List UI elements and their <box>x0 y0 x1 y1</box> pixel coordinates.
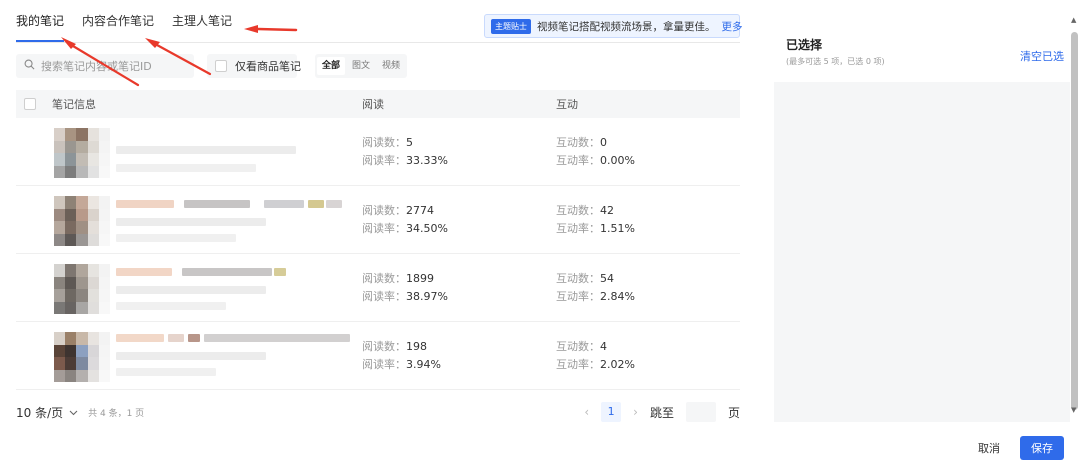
read-rate: 33.33% <box>406 153 448 167</box>
table-row[interactable]: 阅读数：5 阅读率：33.33% 互动数：0 互动率：0.00% <box>16 118 740 186</box>
selected-title: 已选择 <box>786 38 823 52</box>
table-row[interactable]: 阅读数：1899 阅读率：38.97% 互动数：54 互动率：2.84% <box>16 254 740 322</box>
note-thumbnail <box>54 264 110 314</box>
read-count: 198 <box>406 339 427 353</box>
note-selector-panel: 我的笔记 内容合作笔记 主理人笔记 主题贴士 视频笔记搭配视频流场景，拿量更佳。… <box>0 0 760 467</box>
read-rate: 3.94% <box>406 357 441 371</box>
read-rate: 38.97% <box>406 289 448 303</box>
next-page-icon[interactable]: › <box>633 405 638 419</box>
prev-page-icon[interactable]: ‹ <box>584 405 589 419</box>
note-info <box>16 186 362 253</box>
scrollbar[interactable]: ▲ ▼ <box>1070 16 1080 416</box>
cancel-button[interactable]: 取消 <box>968 437 1010 459</box>
read-metrics: 阅读数：1899 阅读率：38.97% <box>362 271 448 303</box>
table-row[interactable]: 阅读数：198 阅读率：3.94% 互动数：4 互动率：2.02% <box>16 322 740 390</box>
interact-metrics: 互动数：54 互动率：2.84% <box>556 271 635 303</box>
tip-badge: 主题贴士 <box>491 18 531 34</box>
header-interact: 互动 <box>556 98 578 111</box>
total-count: 共 4 条，1 页 <box>88 408 145 419</box>
header-note-info: 笔记信息 <box>52 98 96 111</box>
filter-bar: 仅看商品笔记 全部 图文 视频 <box>16 54 408 78</box>
scroll-up-icon[interactable]: ▲ <box>1071 16 1076 24</box>
search-box[interactable] <box>16 54 194 78</box>
read-metrics: 阅读数：198 阅读率：3.94% <box>362 339 441 371</box>
read-count: 5 <box>406 135 413 149</box>
scrollbar-thumb[interactable] <box>1071 32 1078 410</box>
header-read: 阅读 <box>362 98 384 111</box>
scroll-down-icon[interactable]: ▼ <box>1071 406 1076 414</box>
chevron-down-icon <box>69 405 78 419</box>
page-number[interactable]: 1 <box>601 402 622 422</box>
jump-label: 跳至 <box>649 405 674 420</box>
pagination: 10 条/页 共 4 条，1 页 ‹ 1 › 跳至 页 <box>16 402 740 422</box>
interact-metrics: 互动数：4 互动率：2.02% <box>556 339 635 371</box>
note-info <box>16 118 362 185</box>
interact-rate: 2.84% <box>600 289 635 303</box>
read-metrics: 阅读数：2774 阅读率：34.50% <box>362 203 448 235</box>
note-thumbnail <box>54 196 110 246</box>
table-row[interactable]: 阅读数：2774 阅读率：34.50% 互动数：42 互动率：1.51% <box>16 186 740 254</box>
interact-count: 0 <box>600 135 607 149</box>
table-header: 笔记信息 阅读 互动 <box>16 90 740 118</box>
goods-only-label: 仅看商品笔记 <box>235 60 301 73</box>
page-size-select[interactable]: 10 条/页 <box>16 404 78 421</box>
goods-only-filter[interactable]: 仅看商品笔记 <box>207 54 301 78</box>
interact-count: 54 <box>600 271 614 285</box>
read-count: 2774 <box>406 203 434 217</box>
selected-list <box>774 82 1070 422</box>
interact-rate: 1.51% <box>600 221 635 235</box>
selected-subtitle: (最多可选 5 项，已选 0 项) <box>786 57 885 66</box>
read-metrics: 阅读数：5 阅读率：33.33% <box>362 135 448 167</box>
save-button[interactable]: 保存 <box>1020 436 1064 460</box>
select-all-checkbox[interactable] <box>24 98 36 110</box>
search-input[interactable] <box>41 59 191 73</box>
interact-rate: 2.02% <box>600 357 635 371</box>
tab-host-notes[interactable]: 主理人笔记 <box>172 0 232 42</box>
read-rate: 34.50% <box>406 221 448 235</box>
clear-selected-button[interactable]: 清空已选 <box>1020 48 1064 64</box>
selected-panel: 已选择 (最多可选 5 项，已选 0 项) 清空已选 <box>772 28 1070 428</box>
tab-collab-notes[interactable]: 内容合作笔记 <box>82 0 154 42</box>
interact-count: 4 <box>600 339 607 353</box>
note-thumbnail <box>54 128 110 178</box>
tab-my-notes[interactable]: 我的笔记 <box>16 0 65 42</box>
note-thumbnail <box>54 332 110 382</box>
type-all[interactable]: 全部 <box>317 57 346 75</box>
interact-metrics: 互动数：42 互动率：1.51% <box>556 203 635 235</box>
read-count: 1899 <box>406 271 434 285</box>
note-tabs: 我的笔记 内容合作笔记 主理人笔记 <box>16 0 232 42</box>
goods-only-checkbox[interactable] <box>215 60 227 72</box>
tip-text: 视频笔记搭配视频流场景，拿量更佳。 <box>537 20 716 33</box>
note-info <box>16 322 362 389</box>
dialog-footer: 取消 保存 <box>968 436 1064 460</box>
search-icon <box>24 59 35 73</box>
interact-count: 42 <box>600 203 614 217</box>
note-info <box>16 254 362 321</box>
type-image-text[interactable]: 图文 <box>347 57 375 75</box>
interact-metrics: 互动数：0 互动率：0.00% <box>556 135 635 167</box>
jump-page-input[interactable] <box>685 402 716 422</box>
page-unit-label: 页 <box>727 405 740 420</box>
tip-banner: 主题贴士 视频笔记搭配视频流场景，拿量更佳。 更多 <box>484 14 743 38</box>
note-type-switch: 全部 图文 视频 <box>315 54 408 78</box>
tabs-divider <box>16 42 740 43</box>
page-size-label: 10 条/页 <box>16 405 64 420</box>
type-video[interactable]: 视频 <box>377 57 405 75</box>
interact-rate: 0.00% <box>600 153 635 167</box>
tip-more-link[interactable]: 更多 <box>722 19 743 34</box>
